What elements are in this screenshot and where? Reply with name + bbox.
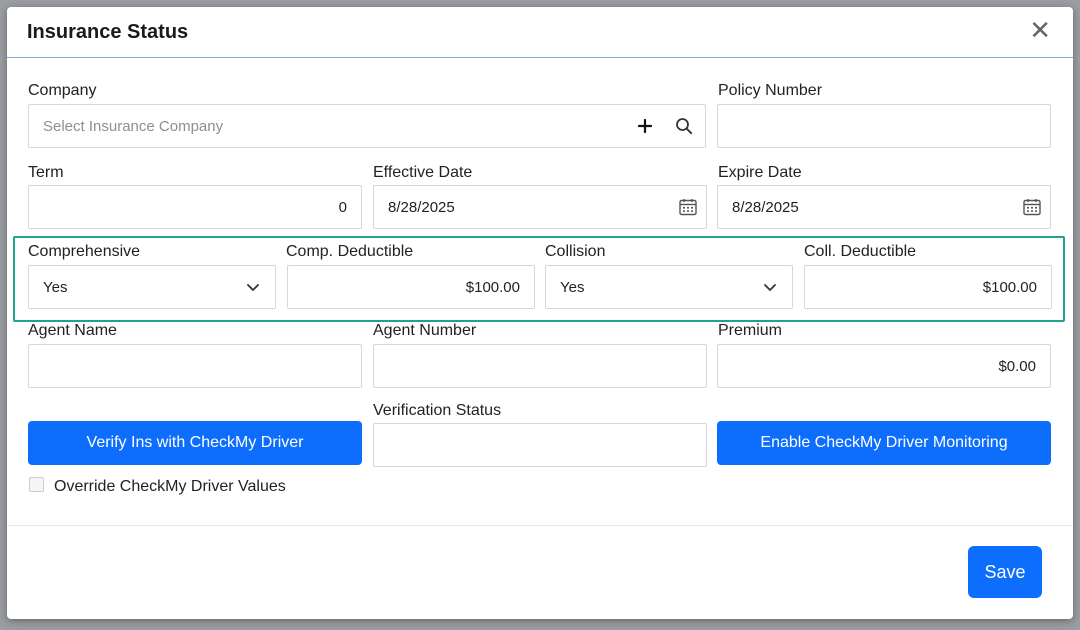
agent-name-input[interactable] [28,344,362,388]
term-label: Term [28,164,64,181]
effective-date-value: 8/28/2025 [388,198,455,216]
footer-divider [7,525,1073,526]
effective-date-label: Effective Date [373,164,473,181]
policy-number-label: Policy Number [718,82,823,99]
comp-deductible-label: Comp. Deductible [286,243,414,260]
comprehensive-select[interactable]: Yes [28,265,276,309]
verify-insurance-button[interactable]: Verify Ins with CheckMy Driver [28,421,362,465]
expire-date-input[interactable]: 8/28/2025 [717,185,1051,229]
effective-date-input[interactable]: 8/28/2025 [373,185,707,229]
plus-icon[interactable] [637,118,653,134]
calendar-icon[interactable] [1022,197,1042,217]
agent-name-label: Agent Name [28,322,117,339]
comp-deductible-input[interactable]: $100.00 [287,265,535,309]
company-label: Company [28,82,97,99]
agent-number-label: Agent Number [373,322,477,339]
insurance-status-modal: Insurance Status ✕ Company Select Insura… [7,7,1073,619]
comprehensive-label: Comprehensive [28,243,141,260]
coll-deductible-input[interactable]: $100.00 [804,265,1052,309]
collision-label: Collision [545,243,606,260]
calendar-icon[interactable] [678,197,698,217]
verification-status-input[interactable] [373,423,707,467]
term-input[interactable]: 0 [28,185,362,229]
chevron-down-icon [764,284,776,291]
close-icon[interactable]: ✕ [1029,18,1051,44]
agent-number-input[interactable] [373,344,707,388]
verification-status-label: Verification Status [373,402,502,419]
premium-input[interactable]: $0.00 [717,344,1051,388]
coll-deductible-label: Coll. Deductible [804,243,917,260]
chevron-down-icon [247,284,259,291]
modal-title: Insurance Status [27,21,189,43]
expire-date-label: Expire Date [718,164,802,181]
expire-date-value: 8/28/2025 [732,198,799,216]
company-placeholder: Select Insurance Company [43,117,224,135]
policy-number-input[interactable] [717,104,1051,148]
collision-select[interactable]: Yes [545,265,793,309]
modal-header: Insurance Status ✕ [7,7,1073,58]
enable-monitoring-button[interactable]: Enable CheckMy Driver Monitoring [717,421,1051,465]
override-checkbox[interactable] [29,477,44,492]
collision-value: Yes [560,278,585,296]
premium-label: Premium [718,322,783,339]
search-icon[interactable] [675,117,693,135]
comprehensive-value: Yes [43,278,68,296]
override-checkbox-label: Override CheckMy Driver Values [54,478,286,495]
company-input[interactable]: Select Insurance Company [28,104,706,148]
save-button[interactable]: Save [968,546,1042,598]
